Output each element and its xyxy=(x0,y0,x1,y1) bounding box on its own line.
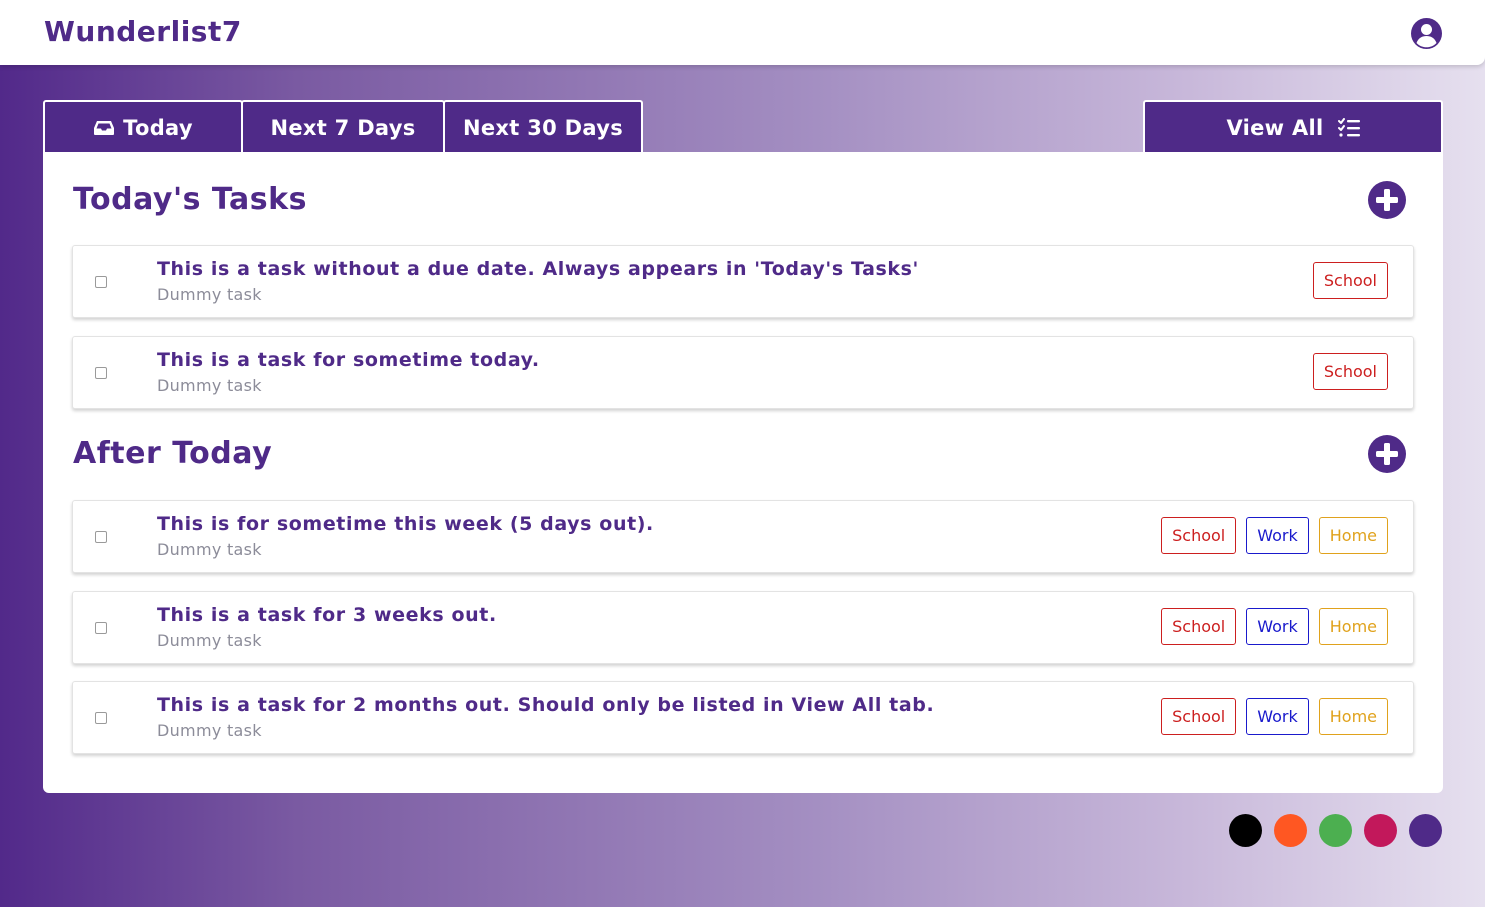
task-subtitle: Dummy task xyxy=(157,721,262,740)
tab-next-30-days[interactable]: Next 30 Days xyxy=(443,100,643,154)
tab-next-7-days-label: Next 7 Days xyxy=(270,116,416,140)
task-checkbox[interactable] xyxy=(95,367,107,379)
tab-next-7-days[interactable]: Next 7 Days xyxy=(241,100,445,154)
tag-work[interactable]: Work xyxy=(1246,517,1309,554)
tag-home[interactable]: Home xyxy=(1318,608,1388,645)
plus-circle-icon[interactable] xyxy=(1367,180,1407,220)
top-nav-bar: Wunderlist7 xyxy=(0,0,1485,65)
task-subtitle: Dummy task xyxy=(157,540,262,559)
tab-view-all-label: View All xyxy=(1226,116,1324,140)
task-checkbox[interactable] xyxy=(95,712,107,724)
task-card[interactable]: This is a task for 3 weeks out. Dummy ta… xyxy=(72,591,1414,664)
task-tags: School Work Home xyxy=(1161,698,1388,735)
theme-swatch-pink[interactable] xyxy=(1364,814,1397,847)
tag-school[interactable]: School xyxy=(1161,608,1237,645)
tab-today[interactable]: Today xyxy=(43,100,243,154)
task-panel: Today's Tasks This is a task without a d… xyxy=(43,152,1443,793)
task-title: This is a task without a due date. Alway… xyxy=(157,258,919,280)
task-subtitle: Dummy task xyxy=(157,376,262,395)
task-title: This is for sometime this week (5 days o… xyxy=(157,513,654,535)
tab-view-all[interactable]: View All xyxy=(1143,100,1443,154)
task-card[interactable]: This is a task without a due date. Alway… xyxy=(72,245,1414,318)
tag-school[interactable]: School xyxy=(1161,517,1237,554)
theme-swatch-purple[interactable] xyxy=(1409,814,1442,847)
plus-circle-icon[interactable] xyxy=(1367,434,1407,474)
user-circle-icon[interactable] xyxy=(1410,17,1443,50)
task-title: This is a task for sometime today. xyxy=(157,349,540,371)
tag-home[interactable]: Home xyxy=(1318,698,1388,735)
task-checkbox[interactable] xyxy=(95,531,107,543)
app-title[interactable]: Wunderlist7 xyxy=(44,15,242,48)
tab-today-label: Today xyxy=(123,116,193,140)
task-checkbox[interactable] xyxy=(95,622,107,634)
task-tags: School xyxy=(1312,353,1388,390)
task-title: This is a task for 2 months out. Should … xyxy=(157,694,935,716)
task-tags: School Work Home xyxy=(1161,517,1388,554)
theme-swatch-black[interactable] xyxy=(1229,814,1262,847)
tag-home[interactable]: Home xyxy=(1318,517,1388,554)
task-card[interactable]: This is a task for 2 months out. Should … xyxy=(72,681,1414,754)
task-card[interactable]: This is a task for sometime today. Dummy… xyxy=(72,336,1414,409)
theme-swatch-orange[interactable] xyxy=(1274,814,1307,847)
tag-work[interactable]: Work xyxy=(1246,608,1309,645)
theme-swatch-green[interactable] xyxy=(1319,814,1352,847)
task-tags: School xyxy=(1312,262,1388,299)
task-subtitle: Dummy task xyxy=(157,285,262,304)
tag-work[interactable]: Work xyxy=(1246,698,1309,735)
task-title: This is a task for 3 weeks out. xyxy=(157,604,497,626)
task-card[interactable]: This is for sometime this week (5 days o… xyxy=(72,500,1414,573)
tag-school[interactable]: School xyxy=(1312,353,1388,390)
tag-school[interactable]: School xyxy=(1161,698,1237,735)
section-title-today: Today's Tasks xyxy=(73,182,307,217)
tag-school[interactable]: School xyxy=(1312,262,1388,299)
list-check-icon xyxy=(1337,118,1360,137)
task-tags: School Work Home xyxy=(1161,608,1388,645)
inbox-icon xyxy=(94,121,115,135)
section-title-after-today: After Today xyxy=(73,436,273,471)
task-checkbox[interactable] xyxy=(95,276,107,288)
tab-next-30-days-label: Next 30 Days xyxy=(463,116,623,140)
task-subtitle: Dummy task xyxy=(157,631,262,650)
